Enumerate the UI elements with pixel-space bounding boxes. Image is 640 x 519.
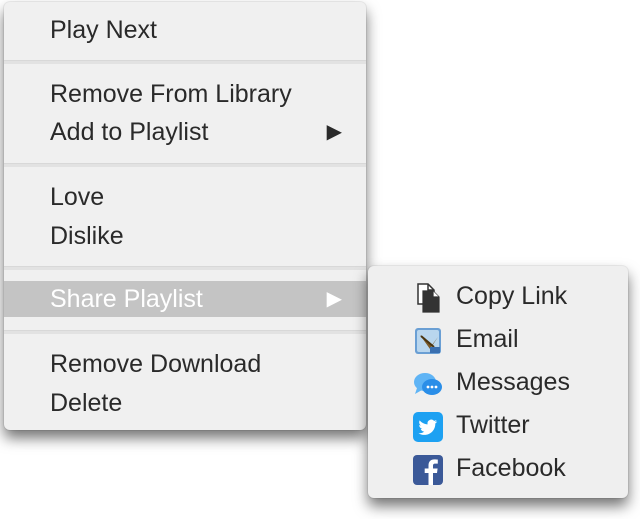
context-menu: Play Next Remove From Library Add to Pla… bbox=[4, 2, 366, 430]
messages-icon bbox=[412, 368, 444, 400]
menu-separator bbox=[4, 266, 366, 270]
submenu-item-label: Facebook bbox=[456, 454, 566, 482]
menu-item-label: Delete bbox=[50, 389, 123, 417]
submenu-arrow-icon: ▶ bbox=[326, 121, 342, 143]
menu-item-label: Remove Download bbox=[50, 350, 262, 378]
stage: Play Next Remove From Library Add to Pla… bbox=[0, 0, 640, 519]
submenu-item-messages[interactable]: Messages bbox=[368, 362, 628, 402]
submenu-item-twitter[interactable]: Twitter bbox=[368, 405, 628, 445]
menu-item-share-playlist[interactable]: Share Playlist ▶ bbox=[4, 281, 366, 317]
submenu-item-facebook[interactable]: Facebook bbox=[368, 448, 628, 488]
submenu-item-copy-link[interactable]: Copy Link bbox=[368, 276, 628, 316]
facebook-icon bbox=[412, 454, 444, 486]
menu-item-label: Add to Playlist bbox=[50, 118, 209, 146]
menu-item-play-next[interactable]: Play Next bbox=[4, 12, 366, 48]
menu-item-dislike[interactable]: Dislike bbox=[4, 218, 366, 254]
menu-item-love[interactable]: Love bbox=[4, 179, 366, 215]
mail-app-icon bbox=[412, 325, 444, 357]
submenu-item-label: Messages bbox=[456, 368, 570, 396]
submenu-item-label: Copy Link bbox=[456, 282, 568, 310]
menu-item-label: Remove From Library bbox=[50, 80, 292, 108]
menu-separator bbox=[4, 330, 366, 334]
share-submenu: Copy Link Email Messages Twitter Faceboo… bbox=[368, 266, 628, 498]
menu-item-remove-from-library[interactable]: Remove From Library bbox=[4, 76, 366, 112]
menu-item-label: Share Playlist bbox=[50, 285, 203, 313]
copy-link-icon bbox=[412, 282, 444, 314]
menu-item-label: Dislike bbox=[50, 222, 124, 250]
twitter-icon bbox=[412, 411, 444, 443]
menu-separator bbox=[4, 163, 366, 167]
menu-item-delete[interactable]: Delete bbox=[4, 385, 366, 421]
submenu-arrow-icon: ▶ bbox=[326, 288, 342, 310]
menu-item-label: Play Next bbox=[50, 16, 157, 44]
menu-item-add-to-playlist[interactable]: Add to Playlist ▶ bbox=[4, 114, 366, 150]
submenu-item-label: Twitter bbox=[456, 411, 530, 439]
submenu-item-email[interactable]: Email bbox=[368, 319, 628, 359]
menu-item-label: Love bbox=[50, 183, 105, 211]
menu-item-remove-download[interactable]: Remove Download bbox=[4, 346, 366, 382]
menu-separator bbox=[4, 60, 366, 64]
submenu-item-label: Email bbox=[456, 325, 519, 353]
